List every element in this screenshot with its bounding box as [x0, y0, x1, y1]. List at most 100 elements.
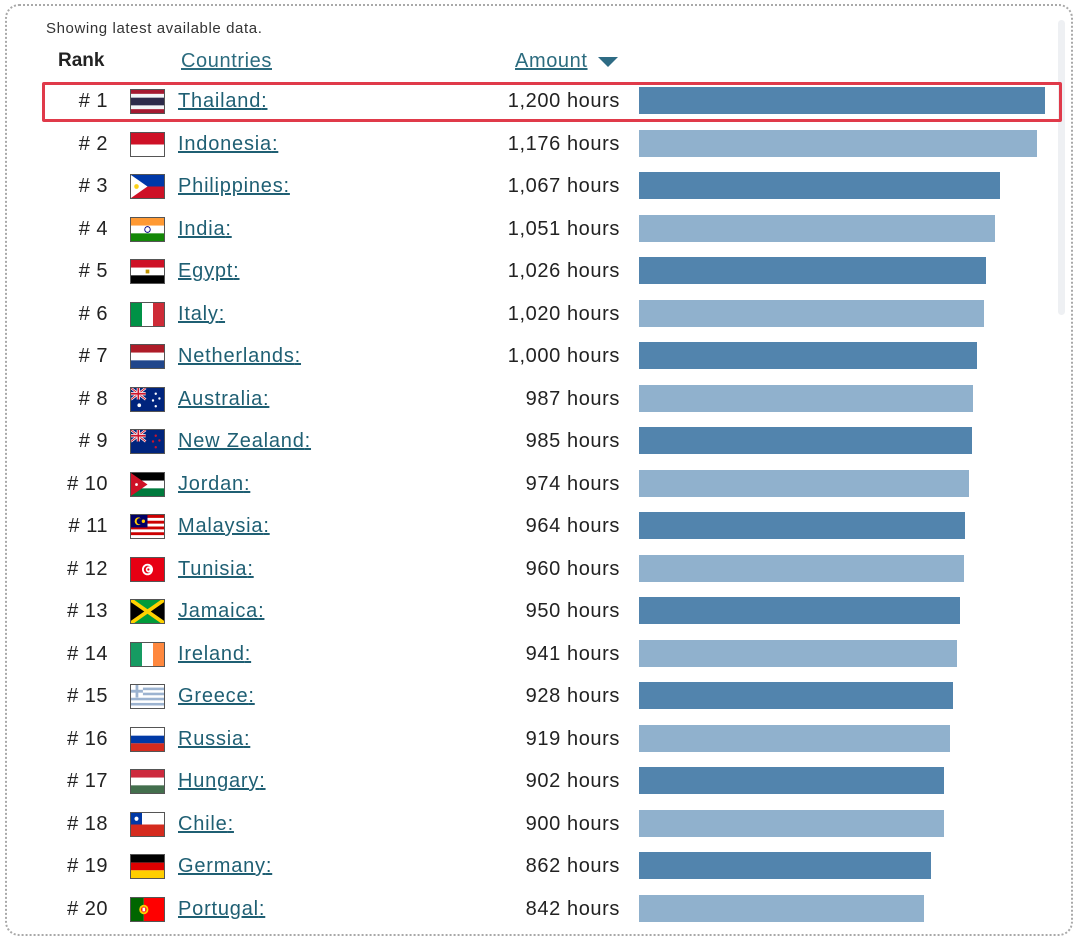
country-name: Egypt — [178, 260, 234, 282]
amount-label: 941 hours — [525, 642, 620, 665]
germany-flag-icon — [130, 854, 165, 879]
amount-label: 964 hours — [525, 515, 620, 537]
rank-label: # 10 — [67, 472, 108, 495]
country-name: Hungary — [178, 770, 260, 792]
country-link[interactable]: New Zealand: — [178, 430, 311, 453]
rank-label: # 11 — [68, 515, 108, 537]
table-row: # 6 Italy: 1,020 hours — [0, 294, 1080, 336]
table-row: # 9 New Zealand: 985 hours — [0, 421, 1080, 463]
country-link[interactable]: Greece: — [178, 685, 255, 708]
russia-flag-icon — [130, 726, 165, 752]
country-link[interactable]: Australia: — [178, 388, 269, 411]
rank-label: # 20 — [67, 897, 108, 920]
table-row: # 15 Greece: 928 hours — [0, 676, 1080, 718]
table-row: # 17 Hungary: 902 hours — [0, 761, 1080, 803]
bar-tunisia — [639, 554, 964, 582]
rank-label: # 13 — [67, 600, 108, 622]
rank-label: # 19 — [67, 855, 108, 877]
jordan-flag-icon — [130, 471, 165, 497]
table-row: # 3 Philippines: 1,067 hours — [0, 166, 1080, 208]
amount-label: 1,051 hours — [507, 217, 620, 240]
amount-label: 842 hours — [525, 897, 620, 920]
netherlands-flag-icon — [130, 344, 165, 369]
country-name: Tunisia — [178, 557, 248, 580]
new-zealand-flag-icon — [130, 429, 165, 454]
table-row: # 16 Russia: 919 hours — [0, 719, 1080, 761]
amount-label: 987 hours — [525, 387, 620, 410]
table-row: # 11 Malaysia: 964 hours — [0, 506, 1080, 548]
data-note: Showing latest available data. — [46, 20, 263, 37]
country-name: Australia — [178, 387, 264, 410]
bar-indonesia — [639, 129, 1037, 157]
bar-jamaica — [639, 597, 961, 624]
country-link[interactable]: Netherlands: — [178, 345, 301, 368]
amount-label: 950 hours — [525, 600, 620, 622]
country-link[interactable]: Hungary: — [178, 770, 266, 793]
country-link[interactable]: India: — [178, 218, 232, 241]
amount-label: 1,067 hours — [507, 175, 620, 197]
bar-india — [639, 214, 995, 242]
bar-hungary — [639, 767, 945, 794]
bar-philippines — [639, 172, 1000, 199]
bar-chile — [639, 809, 944, 837]
bar-greece — [639, 682, 953, 709]
country-link[interactable]: Jamaica: — [178, 600, 264, 623]
country-name: Italy — [178, 302, 219, 325]
country-name: Chile — [178, 812, 228, 835]
amount-sort-link[interactable]: Amount — [515, 50, 618, 73]
country-link[interactable]: Russia: — [178, 728, 250, 751]
bar-ireland — [639, 639, 958, 667]
rank-label: # 17 — [67, 770, 108, 792]
amount-label: 985 hours — [525, 430, 620, 452]
country-name: Portugal — [178, 897, 259, 920]
amount-label: 960 hours — [525, 557, 620, 580]
amount-label: 974 hours — [525, 472, 620, 495]
country-link[interactable]: Ireland: — [178, 643, 251, 666]
rank-header: Rank — [58, 50, 105, 71]
rank-label: # 12 — [67, 557, 108, 580]
country-link[interactable]: Portugal: — [178, 898, 265, 921]
highlight-box — [42, 82, 1062, 122]
country-name: Netherlands — [178, 345, 295, 367]
amount-label: 900 hours — [525, 812, 620, 835]
country-link[interactable]: Philippines: — [178, 175, 290, 198]
amount-label: 1,000 hours — [507, 345, 620, 367]
italy-flag-icon — [130, 301, 165, 327]
rank-label: # 3 — [78, 175, 108, 197]
rank-label: # 7 — [78, 345, 108, 367]
table-row: # 7 Netherlands: 1,000 hours — [0, 336, 1080, 378]
country-link[interactable]: Egypt: — [178, 260, 240, 283]
bar-australia — [639, 384, 973, 412]
country-name: Ireland — [178, 642, 245, 665]
country-name: Jordan — [178, 472, 244, 495]
country-link[interactable]: Malaysia: — [178, 515, 270, 538]
bar-italy — [639, 299, 985, 327]
country-link[interactable]: Chile: — [178, 813, 234, 836]
bar-egypt — [639, 257, 987, 284]
rank-label: # 16 — [67, 727, 108, 750]
bar-portugal — [639, 894, 924, 922]
country-name: India — [178, 217, 226, 240]
country-link[interactable]: Italy: — [178, 303, 225, 326]
country-name: Greece — [178, 685, 249, 707]
amount-label: 919 hours — [525, 727, 620, 750]
bar-new-zealand — [639, 427, 973, 454]
table-row: # 10 Jordan: 974 hours — [0, 464, 1080, 506]
table-row: # 2 Indonesia: 1,176 hours — [0, 124, 1080, 166]
country-link[interactable]: Jordan: — [178, 473, 250, 496]
hungary-flag-icon — [130, 769, 165, 794]
country-name: Indonesia — [178, 132, 272, 155]
amount-label: 862 hours — [525, 855, 620, 877]
country-link[interactable]: Tunisia: — [178, 558, 254, 581]
tunisia-flag-icon — [130, 556, 165, 582]
country-link[interactable]: Indonesia: — [178, 133, 278, 156]
rank-label: # 5 — [78, 260, 108, 282]
malaysia-flag-icon — [130, 514, 165, 539]
country-link[interactable]: Germany: — [178, 855, 272, 878]
jamaica-flag-icon — [130, 599, 165, 624]
amount-label: 1,026 hours — [507, 260, 620, 282]
bar-germany — [639, 852, 931, 879]
countries-sort-link[interactable]: Countries — [181, 50, 272, 73]
country-name: Malaysia — [178, 515, 264, 537]
chile-flag-icon — [130, 811, 165, 837]
